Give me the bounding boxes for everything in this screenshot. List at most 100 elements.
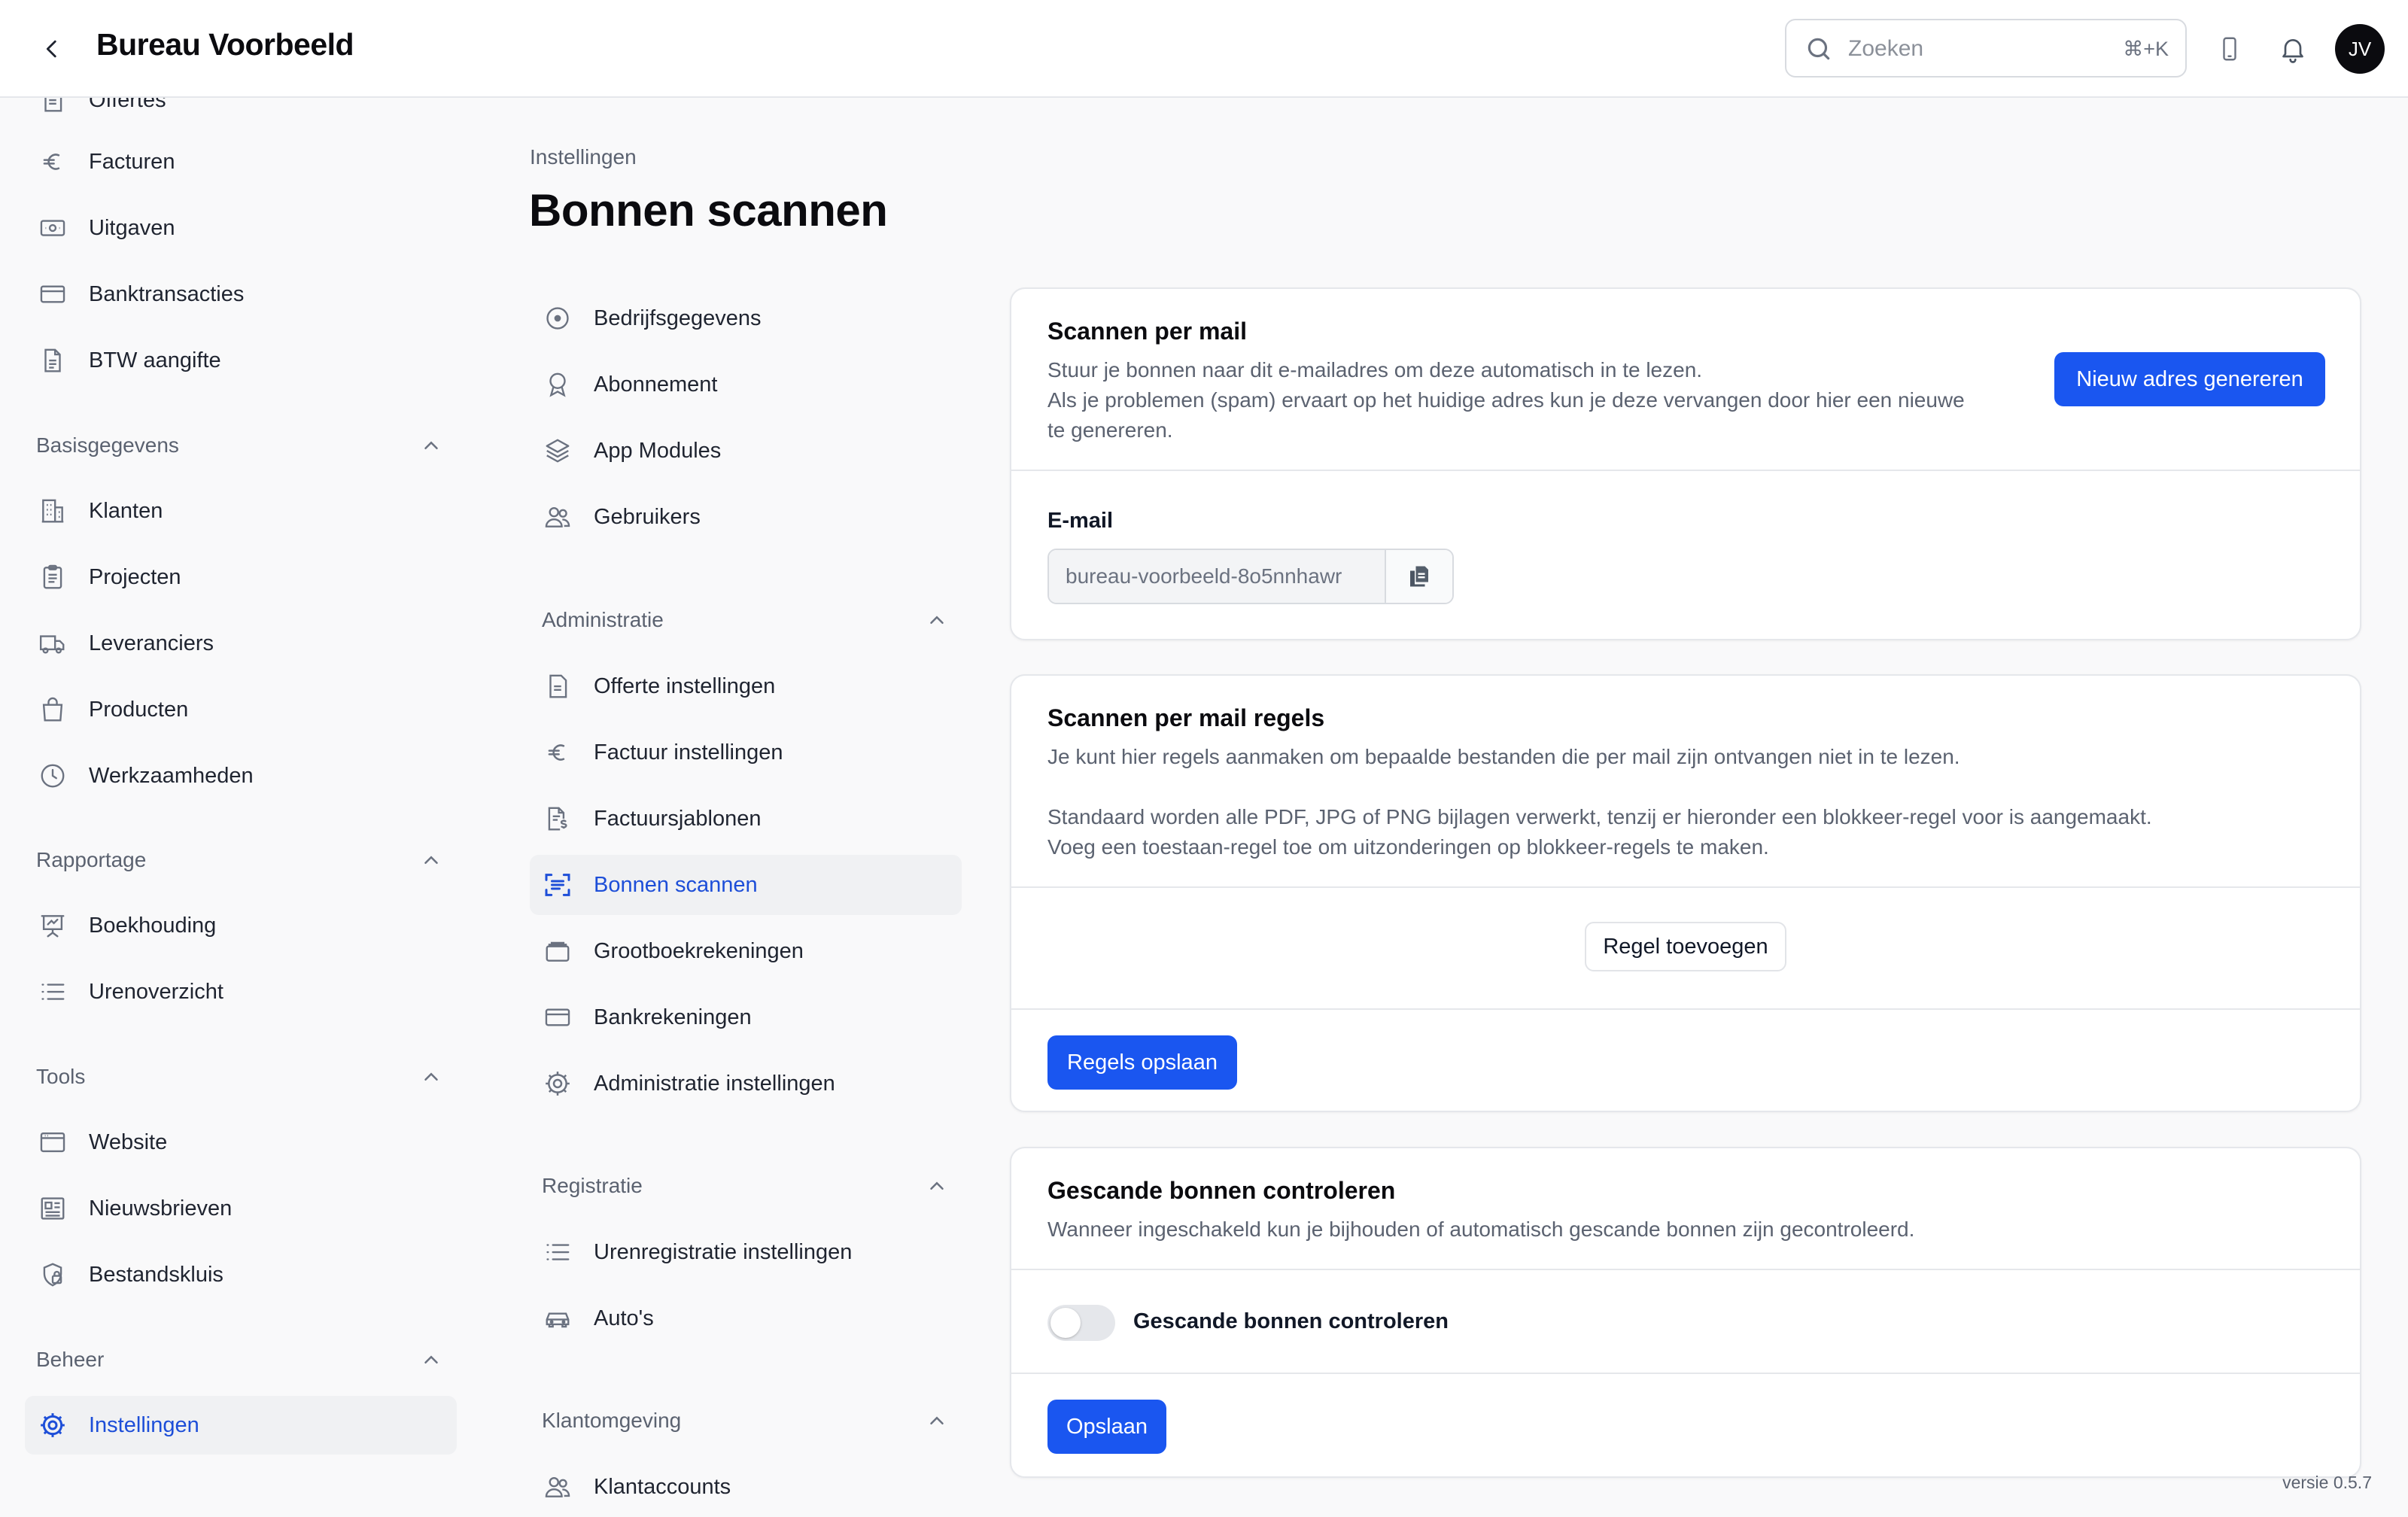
sidebar-item-offertes[interactable]: Offertes [25,98,457,129]
shopping-bag-icon [35,692,70,727]
sidebar-item-btw-aangifte[interactable]: BTW aangifte [25,331,457,390]
quote-document-icon [35,98,70,117]
mobile-app-button[interactable] [2209,29,2250,69]
settings-nav-factuursjablonen[interactable]: Factuursjablonen [530,789,962,849]
sidebar-item-label: Facturen [89,149,175,174]
settings-nav-label: Factuursjablonen [594,806,762,831]
copy-button[interactable] [1385,550,1452,603]
quote-document-icon [540,669,575,704]
section-toggle-klantomgeving[interactable]: Klantomgeving [542,1402,948,1439]
sidebar-item-uitgaven[interactable]: Uitgaven [25,199,457,257]
sidebar-item-urenoverzicht[interactable]: Urenoverzicht [25,962,457,1021]
section-toggle-rapportage[interactable]: Rapportage [36,841,442,879]
sidebar-item-werkzaamheden[interactable]: Werkzaamheden [25,746,457,805]
section-label: Administratie [542,608,664,631]
settings-nav-klantaccounts[interactable]: Klantaccounts [530,1457,962,1517]
sidebar-item-website[interactable]: Website [25,1113,457,1172]
sidebar-item-leveranciers[interactable]: Leveranciers [25,614,457,673]
sidebar-item-label: Uitgaven [89,215,175,240]
search-icon [1804,35,1833,63]
gear-icon [35,1408,70,1443]
section-toggle-basisgegevens[interactable]: Basisgegevens [36,427,442,464]
card-description: Stuur je bonnen naar dit e-mailadres om … [1047,355,1965,445]
layers-icon [540,433,575,468]
sidebar-item-label: BTW aangifte [89,348,221,372]
section-label: Klantomgeving [542,1409,682,1432]
section-toggle-registratie[interactable]: Registratie [542,1167,948,1205]
save-rules-button[interactable]: Regels opslaan [1047,1035,1237,1090]
add-rule-button[interactable]: Regel toevoegen [1585,922,1786,971]
divider [1011,1373,2360,1374]
search-input[interactable]: Zoeken ⌘+K [1785,19,2187,78]
sidebar-item-label: Bestandskluis [89,1262,223,1287]
notifications-button[interactable] [2273,29,2313,69]
back-button[interactable] [33,30,71,68]
chevron-up-icon [424,1355,438,1363]
settings-nav-administratie-instellingen[interactable]: Administratie instellingen [530,1053,962,1114]
search-shortcut: ⌘+K [2123,38,2169,60]
chevron-left-icon [46,40,56,58]
sidebar-item-projecten[interactable]: Projecten [25,548,457,606]
sidebar-item-bestandskluis[interactable]: Bestandskluis [25,1245,457,1304]
settings-nav-label: Gebruikers [594,504,701,529]
sidebar-item-label: Urenoverzicht [89,979,223,1004]
section-toggle-tools[interactable]: Tools [36,1058,442,1096]
top-bar: Bureau Voorbeeld Zoeken ⌘+K JV [0,0,2408,98]
card-description: Wanneer ingeschakeld kun je bijhouden of… [1047,1218,1915,1241]
settings-nav-label: Factuur instellingen [594,740,783,765]
sidebar-item-instellingen[interactable]: Instellingen [25,1396,457,1455]
card-description: Je kunt hier regels aanmaken om bepaalde… [1047,742,2152,862]
settings-nav-factuur-instellingen[interactable]: Factuur instellingen [530,722,962,783]
settings-nav-autos[interactable]: Auto's [530,1288,962,1348]
credit-card-icon [540,1000,575,1035]
sidebar-item-label: Boekhouding [89,913,217,938]
sidebar-item-klanten[interactable]: Klanten [25,482,457,540]
settings-nav-label: Bonnen scannen [594,872,758,897]
sidebar-item-boekhouding[interactable]: Boekhouding [25,896,457,955]
settings-nav-grootboekrekeningen[interactable]: Grootboekrekeningen [530,921,962,981]
sidebar-item-label: Projecten [89,564,181,589]
section-toggle-administratie[interactable]: Administratie [542,601,948,639]
breadcrumb[interactable]: Instellingen [530,145,637,169]
sidebar-item-producten[interactable]: Producten [25,680,457,739]
check-receipts-toggle[interactable] [1047,1305,1115,1341]
credit-card-icon [35,277,70,312]
sidebar-item-label: Producten [89,697,189,722]
section-label: Registratie [542,1174,643,1197]
page-title: Bonnen scannen [529,185,888,236]
users-icon [540,1470,575,1504]
sidebar-item-facturen[interactable]: Facturen [25,132,457,191]
avatar[interactable]: JV [2335,24,2385,74]
card-description-line: Je kunt hier regels aanmaken om bepaalde… [1047,745,1960,768]
sidebar-item-label: Offertes [89,98,166,112]
email-field[interactable] [1049,550,1385,603]
clipboard-icon [35,560,70,594]
generate-address-button[interactable]: Nieuw adres genereren [2054,352,2325,406]
settings-nav-bonnen-scannen[interactable]: Bonnen scannen [530,855,962,915]
sidebar-item-label: Instellingen [89,1412,199,1437]
save-button[interactable]: Opslaan [1047,1400,1166,1454]
sidebar: Offertes Facturen Uitgaven Banktransacti… [0,98,467,1505]
euro-icon [35,144,70,179]
copy-icon [1410,566,1428,587]
sidebar-item-nieuwsbrieven[interactable]: Nieuwsbrieven [25,1179,457,1238]
divider [1011,470,2360,471]
divider [1011,1269,2360,1270]
settings-nav-label: Auto's [594,1306,654,1330]
settings-nav-gebruikers[interactable]: Gebruikers [530,487,962,547]
document-icon [35,343,70,378]
chevron-up-icon [930,1416,944,1424]
settings-nav-label: Grootboekrekeningen [594,938,804,963]
settings-nav-abonnement[interactable]: Abonnement [530,354,962,415]
settings-nav-bankrekeningen[interactable]: Bankrekeningen [530,987,962,1047]
scan-icon [540,868,575,902]
settings-nav-offerte-instellingen[interactable]: Offerte instellingen [530,656,962,716]
sidebar-item-banktransacties[interactable]: Banktransacties [25,265,457,324]
settings-nav-bedrijfsgegevens[interactable]: Bedrijfsgegevens [530,288,962,348]
smartphone-icon [2223,37,2236,61]
card-title: Gescande bonnen controleren [1047,1177,1396,1204]
section-toggle-beheer[interactable]: Beheer [36,1341,442,1379]
settings-nav-app-modules[interactable]: App Modules [530,421,962,481]
settings-nav-urenregistratie-instellingen[interactable]: Urenregistratie instellingen [530,1222,962,1282]
divider [1011,886,2360,888]
